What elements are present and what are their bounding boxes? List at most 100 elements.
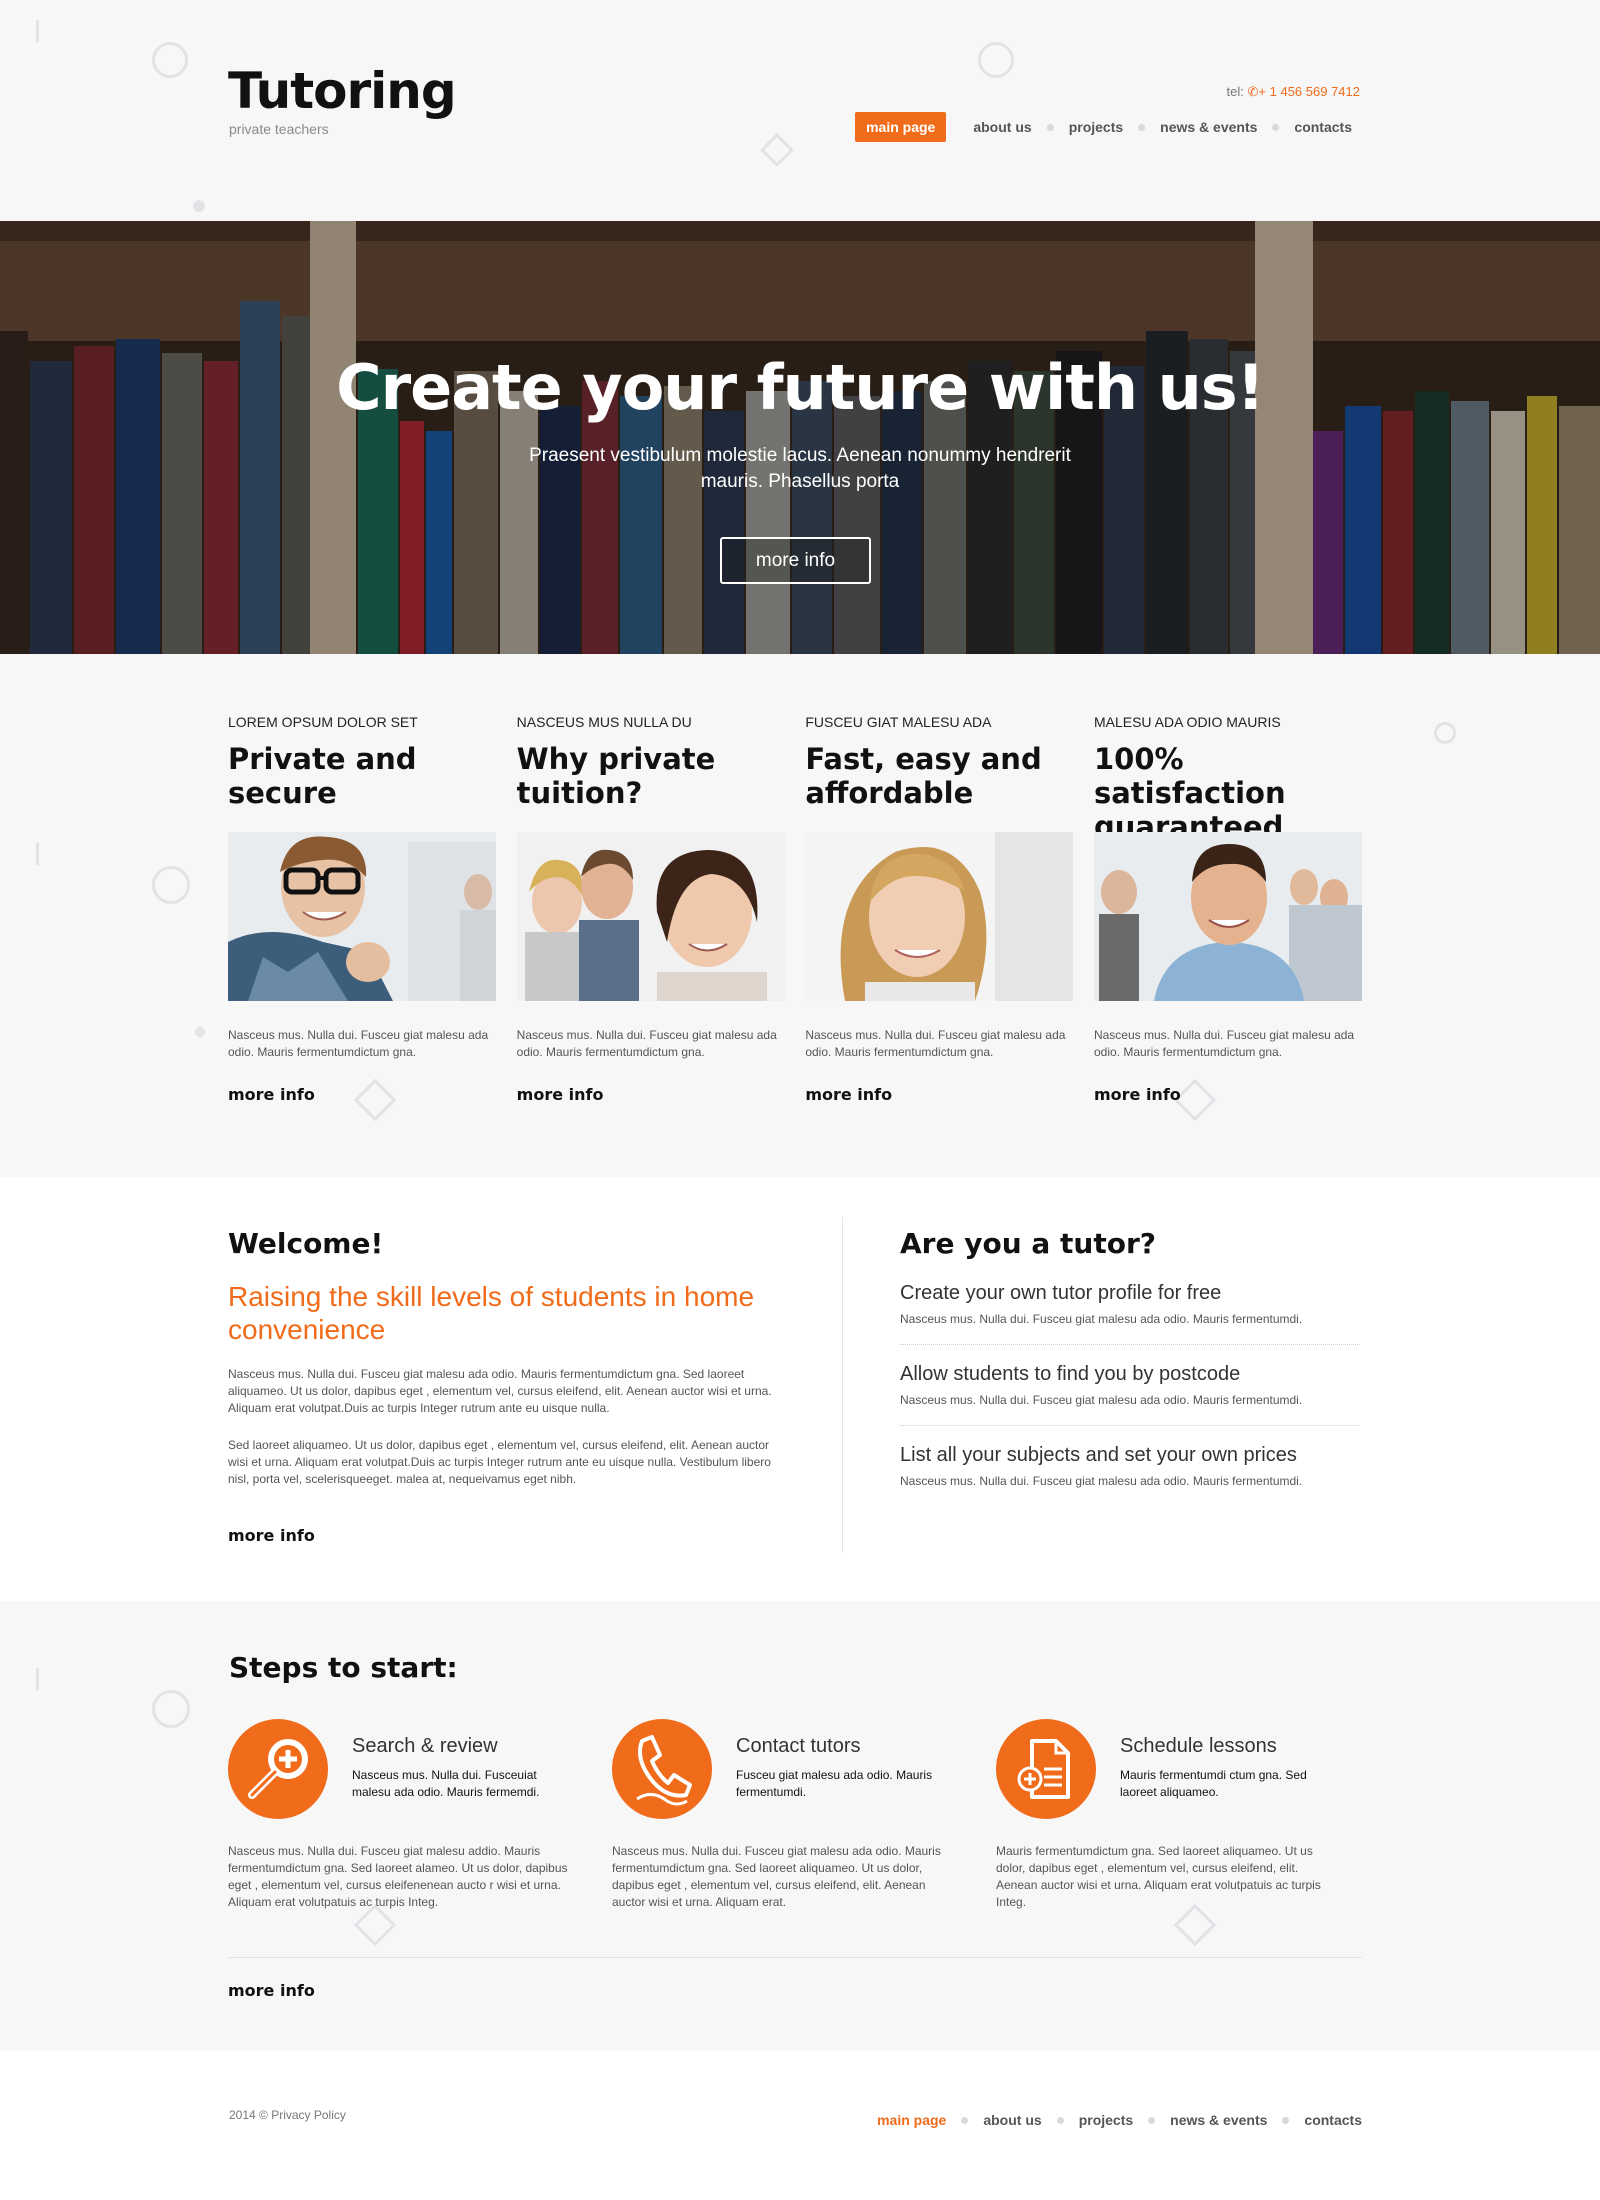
feature-card: LOREM OPSUM DOLOR SET Private and secure… bbox=[228, 714, 496, 1104]
step-long-text: Nasceus mus. Nulla dui. Fusceu giat male… bbox=[228, 1844, 568, 1909]
feature-title: Why private tuition? bbox=[516, 742, 716, 810]
features-section: LOREM OPSUM DOLOR SET Private and secure… bbox=[228, 714, 1362, 1104]
nav-separator bbox=[1056, 2116, 1064, 2124]
site-logo[interactable]: Tutoring bbox=[228, 62, 457, 120]
feature-text: Nasceus mus. Nulla dui. Fusceu giat male… bbox=[228, 1028, 489, 1059]
search-plus-icon[interactable] bbox=[228, 1719, 328, 1819]
tutor-list-item: Create your own tutor profile for free N… bbox=[900, 1264, 1360, 1345]
feature-title: Fast, easy and affordable bbox=[805, 742, 1042, 810]
welcome-more-info-link[interactable]: more info bbox=[228, 1526, 778, 1545]
tutor-item-desc: Nasceus mus. Nulla dui. Fusceu giat male… bbox=[900, 1312, 1303, 1326]
phone-icon[interactable] bbox=[612, 1719, 712, 1819]
footer-nav-news-events[interactable]: news & events bbox=[1170, 2106, 1267, 2134]
feature-text: Nasceus mus. Nulla dui. Fusceu giat male… bbox=[516, 1028, 777, 1059]
steps-title: Steps to start: bbox=[229, 1651, 458, 1684]
tutor-item-title[interactable]: List all your subjects and set your own … bbox=[900, 1444, 1360, 1467]
welcome-tutor-section: Welcome! Raising the skill levels of stu… bbox=[0, 1177, 1600, 1601]
tutor-list: Create your own tutor profile for free N… bbox=[900, 1264, 1360, 1506]
photo-young-man-glasses bbox=[228, 832, 496, 1001]
nav-news-events[interactable]: news & events bbox=[1160, 113, 1257, 141]
decor-dash bbox=[36, 843, 39, 865]
feature-text: Nasceus mus. Nulla dui. Fusceu giat male… bbox=[805, 1028, 1066, 1059]
welcome-subtitle: Raising the skill levels of students in … bbox=[228, 1281, 755, 1345]
footer-nav-projects[interactable]: projects bbox=[1079, 2106, 1133, 2134]
feature-photo bbox=[805, 832, 1074, 1001]
photo-smiling-man-group bbox=[1093, 832, 1362, 1001]
tutor-item-desc: Nasceus mus. Nulla dui. Fusceu giat male… bbox=[900, 1474, 1303, 1488]
welcome-paragraph: Nasceus mus. Nulla dui. Fusceu giat male… bbox=[228, 1367, 772, 1415]
feature-card: FUSCEU GIAT MALESU ADA Fast, easy and af… bbox=[805, 714, 1074, 1104]
nav-separator bbox=[1046, 123, 1054, 131]
feature-more-info-link[interactable]: more info bbox=[805, 1085, 1073, 1104]
tutor-item-title[interactable]: Create your own tutor profile for free bbox=[900, 1282, 1360, 1305]
nav-contacts[interactable]: contacts bbox=[1294, 113, 1352, 141]
hero-subtitle: Praesent vestibulum molestie lacus. Aene… bbox=[529, 445, 1071, 492]
footer-nav-about-us[interactable]: about us bbox=[983, 2106, 1041, 2134]
feature-title: Private and secure bbox=[228, 742, 417, 810]
tutor-item-desc: Nasceus mus. Nulla dui. Fusceu giat male… bbox=[900, 1393, 1303, 1407]
step-long-text: Nasceus mus. Nulla dui. Fusceu giat male… bbox=[612, 1844, 941, 1909]
decor-ring bbox=[152, 866, 190, 904]
tutor-column: Are you a tutor? Create your own tutor p… bbox=[900, 1227, 1360, 1506]
feature-title: 100% satisfaction guaranteed bbox=[1093, 742, 1286, 844]
feature-photo bbox=[516, 832, 785, 1001]
welcome-paragraph: Sed laoreet aliquameo. Ut us dolor, dapi… bbox=[228, 1438, 771, 1486]
welcome-title: Welcome! bbox=[228, 1227, 384, 1260]
feature-more-info-link[interactable]: more info bbox=[228, 1085, 496, 1104]
tutor-item-title[interactable]: Allow students to find you by postcode bbox=[900, 1363, 1360, 1386]
hero-title: Create your future with us! bbox=[336, 351, 1265, 424]
nav-about-us[interactable]: about us bbox=[973, 113, 1031, 141]
nav-separator bbox=[1282, 2116, 1290, 2124]
feature-more-info-link[interactable]: more info bbox=[1094, 1085, 1362, 1104]
footer-nav: main page about us projects news & event… bbox=[877, 2106, 1362, 2134]
tutor-list-item: List all your subjects and set your own … bbox=[900, 1426, 1360, 1506]
photo-group-students bbox=[516, 832, 785, 1001]
photo-smiling-woman bbox=[805, 832, 1074, 1001]
nav-main-page[interactable]: main page bbox=[855, 112, 947, 142]
tel-label: tel: bbox=[1226, 84, 1244, 99]
step-long-text: Mauris fermentumdictum gna. Sed laoreet … bbox=[996, 1844, 1321, 1909]
nav-separator bbox=[1272, 123, 1280, 131]
hero-banner: Create your future with us! Praesent ves… bbox=[0, 221, 1600, 654]
welcome-column: Welcome! Raising the skill levels of stu… bbox=[228, 1227, 778, 1545]
hero-overlay bbox=[0, 221, 1600, 654]
phone-number: tel: ✆+ 1 456 569 7412 bbox=[1227, 84, 1360, 100]
feature-card: MALESU ADA ODIO MAURIS 100% satisfaction… bbox=[1093, 714, 1362, 1104]
tutor-title: Are you a tutor? bbox=[900, 1227, 1157, 1260]
main-nav: main page about us projects news & event… bbox=[855, 112, 1352, 142]
tel-number[interactable]: + 1 456 569 7412 bbox=[1258, 84, 1360, 99]
step-short-text: Fusceu giat malesu ada odio. Mauris ferm… bbox=[736, 1768, 933, 1799]
feature-eyebrow: NASCEUS MUS NULLA DU bbox=[516, 714, 692, 730]
footer-nav-contacts[interactable]: contacts bbox=[1304, 2106, 1362, 2134]
step-name: Contact tutors bbox=[736, 1735, 861, 1757]
steps-more-info-link[interactable]: more info bbox=[228, 1981, 315, 2000]
feature-photo bbox=[228, 832, 496, 1001]
hero-more-info-button[interactable]: more info bbox=[720, 537, 871, 584]
nav-separator bbox=[1148, 2116, 1156, 2124]
feature-photo bbox=[1093, 832, 1362, 1001]
copyright-text[interactable]: 2014 © Privacy Policy bbox=[229, 2108, 346, 2122]
nav-separator bbox=[961, 2116, 969, 2124]
feature-eyebrow: FUSCEU GIAT MALESU ADA bbox=[805, 714, 992, 730]
phone-icon: ✆ bbox=[1247, 84, 1259, 99]
steps-section: Steps to start: Search & review Nasceus … bbox=[0, 1601, 1600, 2051]
nav-projects[interactable]: projects bbox=[1069, 113, 1123, 141]
site-tagline: private teachers bbox=[229, 121, 329, 137]
step-short-text: Nasceus mus. Nulla dui. Fusceuiat malesu… bbox=[352, 1768, 540, 1799]
nav-separator bbox=[1138, 123, 1146, 131]
decor-ring bbox=[1434, 722, 1456, 744]
tutor-list-item: Allow students to find you by postcode N… bbox=[900, 1345, 1360, 1426]
feature-more-info-link[interactable]: more info bbox=[517, 1085, 785, 1104]
site-footer: 2014 © Privacy Policy main page about us… bbox=[0, 2051, 1600, 2200]
step-name: Search & review bbox=[352, 1735, 498, 1757]
feature-eyebrow: LOREM OPSUM DOLOR SET bbox=[228, 714, 418, 730]
column-divider bbox=[842, 1217, 843, 1553]
document-plus-icon[interactable] bbox=[996, 1719, 1096, 1819]
step-short-text: Mauris fermentumdi ctum gna. Sed laoreet… bbox=[1120, 1768, 1307, 1799]
footer-nav-main-page[interactable]: main page bbox=[877, 2106, 946, 2134]
step-name: Schedule lessons bbox=[1120, 1735, 1277, 1757]
feature-text: Nasceus mus. Nulla dui. Fusceu giat male… bbox=[1093, 1028, 1355, 1059]
decor-dot bbox=[195, 1027, 205, 1037]
steps-divider bbox=[228, 1957, 1362, 1958]
feature-card: NASCEUS MUS NULLA DU Why private tuition… bbox=[516, 714, 785, 1104]
